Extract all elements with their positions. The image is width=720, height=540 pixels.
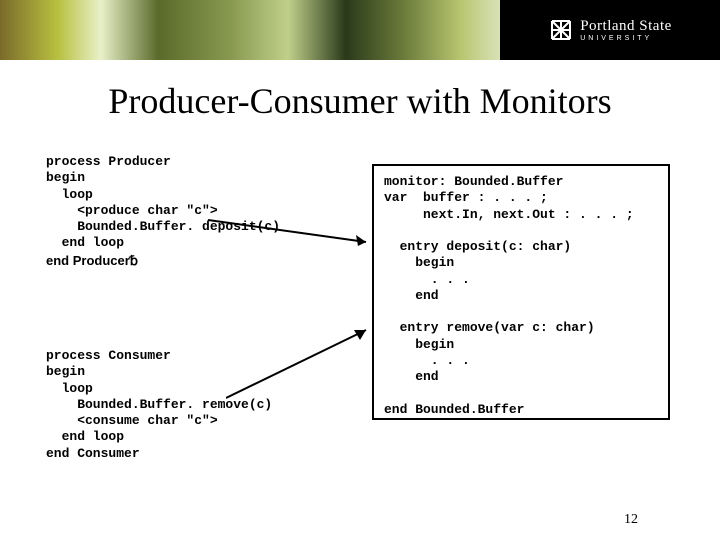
university-logo: Portland State UNIVERSITY (500, 0, 720, 60)
logo-line1: Portland State (580, 19, 672, 34)
consumer-code-block: process Consumer begin loop Bounded.Buff… (46, 348, 272, 462)
producer-code-block: process Producer begin loop <produce cha… (46, 154, 280, 252)
producer-end-line: end Producer␢ (46, 253, 138, 269)
slide-title: Producer-Consumer with Monitors (10, 80, 710, 122)
page-number: 12 (624, 512, 638, 528)
psu-logo-icon (548, 17, 574, 43)
header-banner: Portland State UNIVERSITY (0, 0, 720, 60)
monitor-code-box: monitor: Bounded.Buffer var buffer : . .… (372, 164, 670, 420)
logo-text: Portland State UNIVERSITY (580, 19, 672, 42)
logo-line2: UNIVERSITY (580, 35, 672, 42)
slide-content: process Producer begin loop <produce cha… (0, 140, 720, 520)
